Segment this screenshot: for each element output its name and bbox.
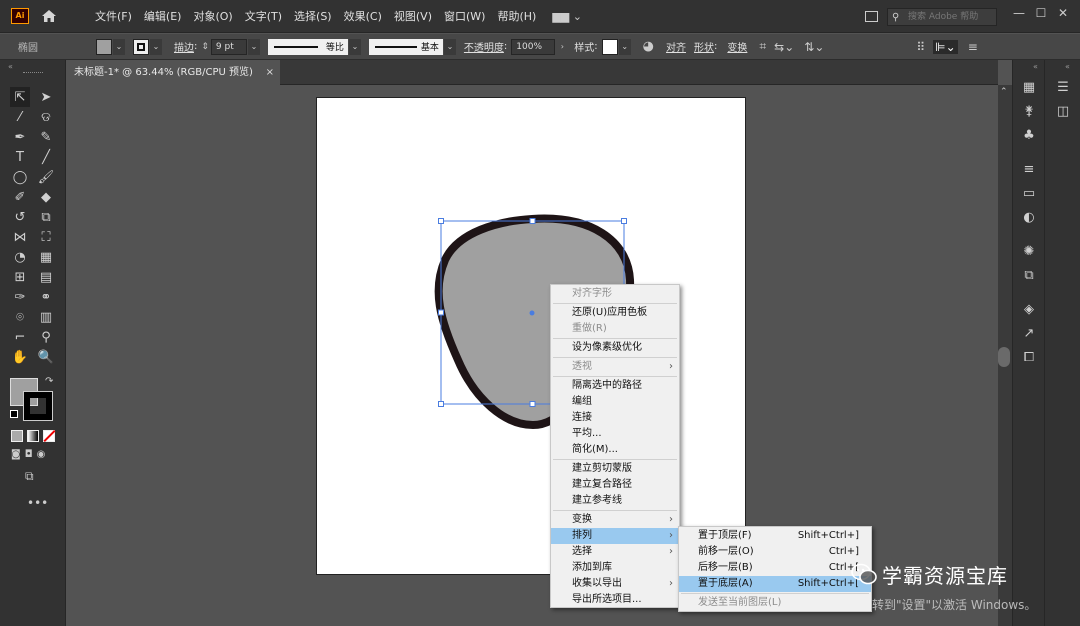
menu-item-redo: 重做(R) <box>572 323 607 334</box>
graphic-styles-icon[interactable]: ⧉ <box>1019 268 1039 283</box>
chevron-right-icon: › <box>669 361 673 372</box>
menu-item-undo[interactable]: 还原(U)应用色板 <box>551 305 679 321</box>
wechat-icon <box>851 563 877 585</box>
menu-item-perspective: 透视 › <box>551 359 679 375</box>
swatches-icon[interactable]: ▦ <box>1019 80 1039 95</box>
artboards-icon[interactable]: ⧠ <box>1019 350 1039 365</box>
menu-item-arrange[interactable]: 排列 › <box>551 528 679 544</box>
menu-item-average[interactable]: 平均... <box>551 426 679 442</box>
asset-export-icon[interactable]: ↗ <box>1019 326 1039 341</box>
menu-item-collect-export[interactable]: 收集以导出 › <box>551 576 679 592</box>
properties-column: « ☰ ◫ <box>1044 60 1080 626</box>
transparency-icon[interactable]: ◐ <box>1019 210 1039 225</box>
vertical-scrollbar[interactable]: ⌃ <box>998 85 1012 626</box>
submenu-send-to-back[interactable]: 置于底层(A) Shift+Ctrl+[ <box>679 576 871 592</box>
menu-item-join[interactable]: 连接 <box>551 410 679 426</box>
libraries-icon[interactable]: ◫ <box>1053 104 1073 119</box>
stroke-panel-icon[interactable]: ≡ <box>1019 162 1039 177</box>
gradient-panel-icon[interactable]: ▭ <box>1019 186 1039 201</box>
properties-panel-icon[interactable]: ☰ <box>1053 80 1073 95</box>
menu-item-export-selection[interactable]: 导出所选项目... <box>551 592 679 608</box>
menu-item-isolate-path[interactable]: 隔离选中的路径 <box>551 378 679 394</box>
menu-item-snap-to-glyph: 对齐字形 <box>572 288 612 299</box>
menu-item-make-guides[interactable]: 建立参考线 <box>551 493 679 509</box>
menu-item-transform[interactable]: 变换 › <box>551 512 679 528</box>
menu-item-clipping-mask[interactable]: 建立剪切蒙版 <box>551 461 679 477</box>
chevron-right-icon: › <box>669 530 673 541</box>
collapse-icon[interactable]: « <box>1065 62 1070 71</box>
activate-windows-notice: 转到"设置"以激活 Windows。 <box>872 598 1037 612</box>
watermark-text: 学霸资源宝库 <box>882 564 1008 588</box>
submenu-bring-to-front[interactable]: 置于顶层(F) Shift+Ctrl+] <box>679 528 871 544</box>
layers-icon[interactable]: ◈ <box>1019 302 1039 317</box>
submenu-send-backward[interactable]: 后移一层(B) Ctrl+[ <box>679 560 871 576</box>
collapsed-panels: « ▦ ⚵ ♣ ≡ ▭ ◐ ✺ ⧉ ◈ ↗ ⧠ <box>1012 60 1044 626</box>
arrange-submenu: 置于顶层(F) Shift+Ctrl+] 前移一层(O) Ctrl+] 后移一层(B… <box>678 526 872 612</box>
brushes-icon[interactable]: ⚵ <box>1019 104 1039 119</box>
menu-item-group[interactable]: 编组 <box>551 394 679 410</box>
scroll-thumb[interactable] <box>998 347 1010 367</box>
menu-item-compound-path[interactable]: 建立复合路径 <box>551 477 679 493</box>
chevron-right-icon: › <box>669 546 673 557</box>
chevron-right-icon: › <box>669 578 673 589</box>
artwork-layer <box>434 214 635 430</box>
chevron-right-icon: › <box>669 514 673 525</box>
menu-item-add-to-library[interactable]: 添加到库 <box>551 560 679 576</box>
center-point <box>529 310 535 316</box>
submenu-send-to-current-layer: 发送至当前图层(L) <box>698 597 782 608</box>
illustrator-window: Ai 文件(F) 编辑(E) 对象(O) 文字(T) 选择(S) 效果(C) 视… <box>0 0 1080 626</box>
symbols-icon[interactable]: ♣ <box>1019 128 1039 143</box>
collapse-icon[interactable]: « <box>1033 62 1038 71</box>
appearance-icon[interactable]: ✺ <box>1019 244 1039 259</box>
context-menu: 对齐字形 还原(U)应用色板 重做(R) 设为像素级优化 透视 › 隔离选中的路径… <box>550 284 680 608</box>
menu-item-simplify[interactable]: 简化(M)... <box>551 442 679 458</box>
submenu-bring-forward[interactable]: 前移一层(O) Ctrl+] <box>679 544 871 560</box>
menu-item-select[interactable]: 选择 › <box>551 544 679 560</box>
menu-item-pixel-perfect[interactable]: 设为像素级优化 <box>551 340 679 356</box>
scroll-up-icon[interactable]: ⌃ <box>1000 87 1008 97</box>
